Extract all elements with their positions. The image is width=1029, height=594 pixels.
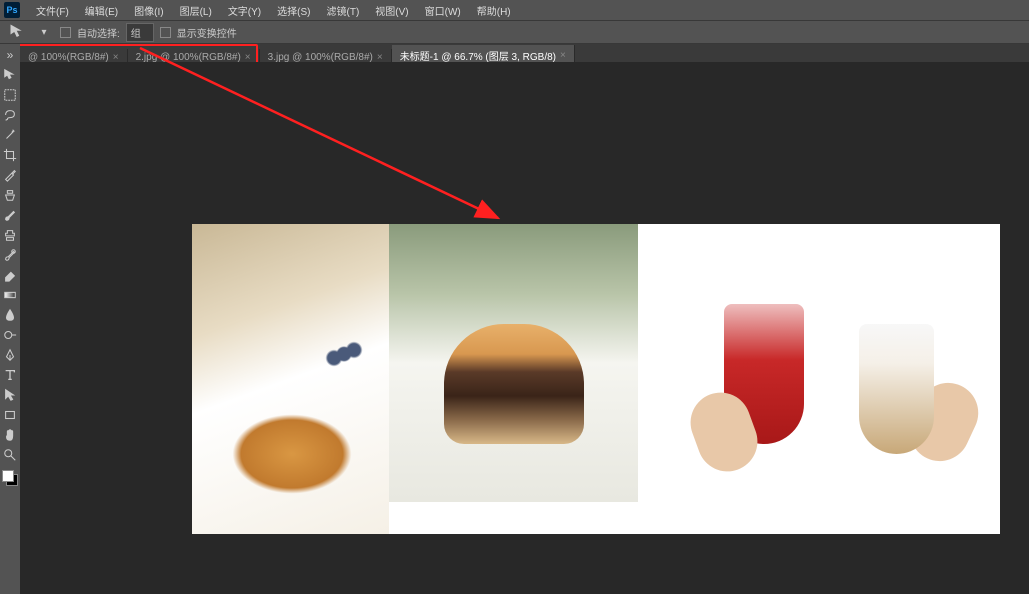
show-transform-checkbox[interactable] bbox=[160, 27, 171, 38]
layer-image-2[interactable] bbox=[389, 224, 638, 502]
hand-shape bbox=[900, 373, 988, 471]
eyedropper-tool[interactable] bbox=[1, 166, 19, 184]
auto-select-dropdown[interactable]: 组 bbox=[126, 23, 154, 42]
menu-window[interactable]: 窗口(W) bbox=[417, 1, 469, 20]
eraser-tool[interactable] bbox=[1, 266, 19, 284]
close-icon[interactable]: × bbox=[560, 50, 566, 61]
gradient-tool[interactable] bbox=[1, 286, 19, 304]
menu-select[interactable]: 选择(S) bbox=[269, 1, 318, 20]
pen-tool[interactable] bbox=[1, 346, 19, 364]
tools-panel: » bbox=[0, 44, 20, 594]
dodge-tool[interactable] bbox=[1, 326, 19, 344]
spot-heal-tool[interactable] bbox=[1, 186, 19, 204]
clone-stamp-tool[interactable] bbox=[1, 226, 19, 244]
collapse-icon[interactable]: » bbox=[1, 46, 19, 64]
menu-filter[interactable]: 滤镜(T) bbox=[319, 1, 368, 20]
magic-wand-tool[interactable] bbox=[1, 126, 19, 144]
move-tool-icon bbox=[8, 24, 28, 40]
menu-type[interactable]: 文字(Y) bbox=[220, 1, 269, 20]
brush-tool[interactable] bbox=[1, 206, 19, 224]
layer-image-3[interactable] bbox=[664, 224, 994, 502]
foreground-color-swatch[interactable] bbox=[2, 470, 14, 482]
tool-preset-dropdown[interactable]: ▾ bbox=[34, 24, 54, 40]
document-canvas[interactable] bbox=[192, 224, 1000, 534]
path-select-tool[interactable] bbox=[1, 386, 19, 404]
menu-image[interactable]: 图像(I) bbox=[126, 1, 171, 20]
show-transform-label: 显示变换控件 bbox=[177, 25, 237, 40]
lasso-tool[interactable] bbox=[1, 106, 19, 124]
menu-help[interactable]: 帮助(H) bbox=[469, 1, 519, 20]
rectangle-tool[interactable] bbox=[1, 406, 19, 424]
crop-tool[interactable] bbox=[1, 146, 19, 164]
options-bar: ▾ 自动选择: 组 显示变换控件 bbox=[0, 20, 1029, 44]
menu-layer[interactable]: 图层(L) bbox=[172, 1, 220, 20]
auto-select-label: 自动选择: bbox=[77, 25, 120, 40]
menu-bar: Ps 文件(F) 编辑(E) 图像(I) 图层(L) 文字(Y) 选择(S) 滤… bbox=[0, 0, 1029, 20]
hand-tool[interactable] bbox=[1, 426, 19, 444]
hand-shape bbox=[682, 384, 766, 480]
color-swatches[interactable] bbox=[2, 470, 18, 486]
history-brush-tool[interactable] bbox=[1, 246, 19, 264]
zoom-tool[interactable] bbox=[1, 446, 19, 464]
menu-file[interactable]: 文件(F) bbox=[28, 1, 77, 20]
type-tool[interactable] bbox=[1, 366, 19, 384]
canvas-area[interactable] bbox=[20, 62, 1029, 594]
auto-select-checkbox[interactable] bbox=[60, 27, 71, 38]
blur-tool[interactable] bbox=[1, 306, 19, 324]
marquee-tool[interactable] bbox=[1, 86, 19, 104]
app-logo: Ps bbox=[4, 2, 20, 18]
menu-view[interactable]: 视图(V) bbox=[367, 1, 416, 20]
menu-edit[interactable]: 编辑(E) bbox=[77, 1, 126, 20]
layer-image-1[interactable] bbox=[192, 224, 389, 534]
move-tool[interactable] bbox=[1, 66, 19, 84]
doc-tab-label: 未标题-1 @ 66.7% (图层 3, RGB/8) bbox=[400, 48, 556, 63]
